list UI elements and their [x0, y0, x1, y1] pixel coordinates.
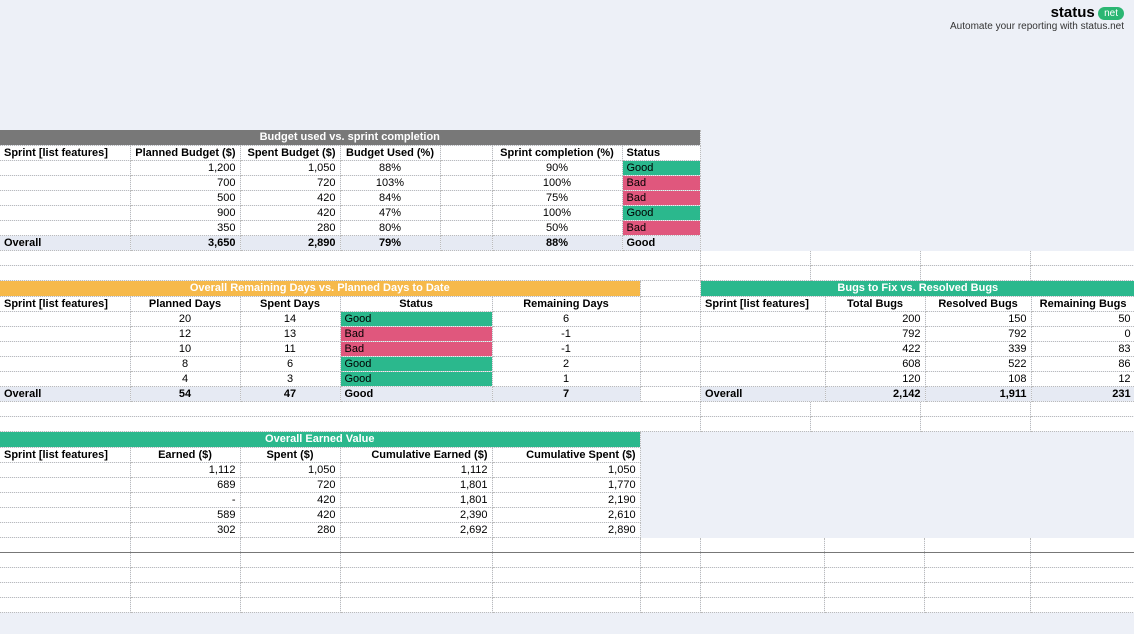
budget-col-0: Sprint [list features]: [0, 145, 130, 160]
status-badge: Good: [340, 371, 492, 386]
days-title: Overall Remaining Days vs. Planned Days …: [0, 281, 640, 296]
bugs-col-1: Total Bugs: [825, 296, 925, 311]
earned-table: Overall Earned Value Sprint [list featur…: [0, 432, 641, 538]
table-row: -4201,8012,190: [0, 492, 640, 507]
bugs-overall-row: Overall 2,142 1,911 231: [701, 386, 1134, 401]
table-row: 60852286: [701, 356, 1134, 371]
table-row: 20015050: [701, 311, 1134, 326]
bugs-col-0: Sprint [list features]: [701, 296, 825, 311]
status-badge: Good: [622, 205, 700, 220]
table-row: 700720103%100%Bad: [0, 175, 700, 190]
budget-col-3: Budget Used (%): [340, 145, 440, 160]
earned-col-2: Spent ($): [240, 447, 340, 462]
bugs-col-2: Resolved Bugs: [925, 296, 1031, 311]
table-row: 2014Good6: [0, 311, 640, 326]
budget-overall-label: Overall: [0, 235, 130, 250]
bugs-table: Bugs to Fix vs. Resolved Bugs Sprint [li…: [701, 281, 1134, 402]
budget-overall-row: Overall 3,650 2,890 79% 88% Good: [0, 235, 700, 250]
table-row: 86Good2: [0, 356, 640, 371]
days-overall-row: Overall 54 47 Good 7: [0, 386, 640, 401]
budget-overall-status: Good: [622, 235, 700, 250]
brand-badge: net: [1098, 7, 1124, 20]
table-row: 7927920: [701, 326, 1134, 341]
earned-col-3: Cumulative Earned ($): [340, 447, 492, 462]
bugs-col-3: Remaining Bugs: [1031, 296, 1134, 311]
days-col-2: Spent Days: [240, 296, 340, 311]
brand-block: status net Automate your reporting with …: [950, 4, 1124, 32]
days-col-4: Remaining Days: [492, 296, 640, 311]
table-row: 42233983: [701, 341, 1134, 356]
budget-table: Budget used vs. sprint completion Sprint…: [0, 130, 701, 251]
earned-col-0: Sprint [list features]: [0, 447, 130, 462]
earned-col-4: Cumulative Spent ($): [492, 447, 640, 462]
table-row: 1,2001,05088%90%Good: [0, 160, 700, 175]
table-row: 1213Bad-1: [0, 326, 640, 341]
status-badge: Bad: [622, 175, 700, 190]
table-row: 1,1121,0501,1121,050: [0, 462, 640, 477]
budget-col-5: Status: [622, 145, 700, 160]
budget-col-4: Sprint completion (%): [492, 145, 622, 160]
status-badge: Bad: [622, 220, 700, 235]
budget-title: Budget used vs. sprint completion: [0, 130, 700, 145]
table-row: 12010812: [701, 371, 1134, 386]
earned-col-1: Earned ($): [130, 447, 240, 462]
status-badge: Good: [340, 356, 492, 371]
table-row: 90042047%100%Good: [0, 205, 700, 220]
table-row: 3022802,6922,890: [0, 522, 640, 537]
table-row: 50042084%75%Bad: [0, 190, 700, 205]
brand-name: status: [1051, 4, 1095, 21]
days-col-0: Sprint [list features]: [0, 296, 130, 311]
table-row: 6897201,8011,770: [0, 477, 640, 492]
bugs-title: Bugs to Fix vs. Resolved Bugs: [701, 281, 1134, 296]
table-row: 43Good1: [0, 371, 640, 386]
status-badge: Good: [340, 311, 492, 326]
days-col-3: Status: [340, 296, 492, 311]
table-row: 35028080%50%Bad: [0, 220, 700, 235]
spreadsheet-page: status net Automate your reporting with …: [0, 0, 1134, 634]
table-row: 1011Bad-1: [0, 341, 640, 356]
budget-col-1: Planned Budget ($): [130, 145, 240, 160]
status-badge: Bad: [622, 190, 700, 205]
status-badge: Bad: [340, 341, 492, 356]
earned-title: Overall Earned Value: [0, 432, 640, 447]
days-overall-status: Good: [340, 386, 492, 401]
status-badge: Good: [622, 160, 700, 175]
budget-col-2: Spent Budget ($): [240, 145, 340, 160]
status-badge: Bad: [340, 326, 492, 341]
brand-tagline: Automate your reporting with status.net: [950, 21, 1124, 32]
table-row: 5894202,3902,610: [0, 507, 640, 522]
days-table: Overall Remaining Days vs. Planned Days …: [0, 281, 641, 402]
days-col-1: Planned Days: [130, 296, 240, 311]
